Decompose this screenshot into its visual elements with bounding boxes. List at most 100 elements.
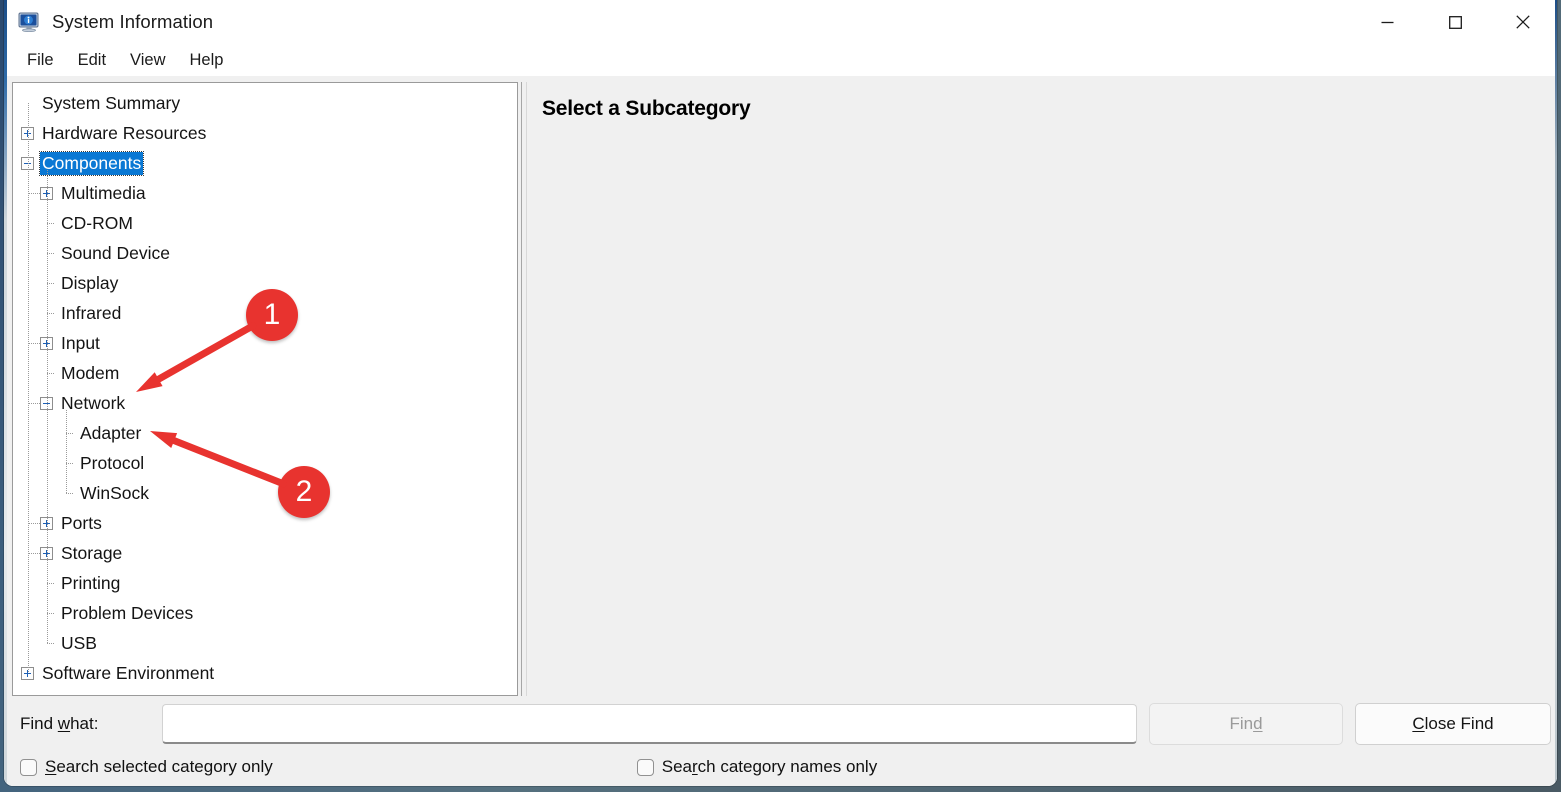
chk1-accel: S (45, 757, 57, 776)
tree-item-hardware-resources[interactable]: Hardware Resources (13, 118, 517, 148)
chk2-post: ch category names only (697, 757, 878, 776)
tree-item-label: Input (61, 332, 100, 353)
find-row: Find what: Fin d Close Find (12, 696, 1551, 752)
find-input[interactable] (162, 704, 1137, 744)
tree-item-sound-device[interactable]: Sound Device (13, 238, 517, 268)
main-content: System Summary Hardware Resources Componen… (4, 76, 1557, 696)
tree-guide-line (66, 493, 74, 494)
maximize-button[interactable] (1421, 0, 1489, 44)
tree-item-network[interactable]: Network (13, 388, 517, 418)
annotation-badge-2: 2 (278, 466, 330, 518)
category-tree: System Summary Hardware Resources Componen… (13, 83, 517, 688)
find-what-label: Find what: (12, 714, 162, 734)
detail-panel: Select a Subcategory (530, 82, 1549, 696)
tree-item-label: Ports (61, 512, 102, 533)
checkbox-search-category-names-box[interactable] (636, 758, 654, 776)
tree-item-label: Multimedia (61, 182, 146, 203)
tree-guide-line (47, 283, 55, 284)
close-button[interactable] (1489, 0, 1557, 44)
tree-guide-line (47, 613, 55, 614)
tree-item-cd-rom[interactable]: CD-ROM (13, 208, 517, 238)
window-title: System Information (52, 11, 214, 32)
menu-item-file[interactable]: File (16, 48, 65, 73)
tree-item-label: CD-ROM (61, 212, 133, 233)
tree-item-label: Software Environment (42, 662, 215, 683)
annotation-badge-1: 1 (246, 289, 298, 341)
window-controls (1353, 0, 1557, 44)
menu-item-edit[interactable]: Edit (67, 48, 117, 73)
tree-item-winsock[interactable]: WinSock (13, 478, 517, 508)
chk1-post: earch selected category only (56, 757, 273, 776)
find-button-accel: d (1253, 714, 1263, 733)
panel-splitter[interactable] (521, 82, 527, 696)
tree-guide-line (47, 170, 48, 643)
tree-guide-line (29, 343, 40, 344)
tree-item-problem-devices[interactable]: Problem Devices (13, 598, 517, 628)
minimize-button[interactable] (1353, 0, 1421, 44)
find-what-label-accel: w (57, 714, 71, 733)
tree-item-label: System Summary (42, 92, 181, 113)
tree-item-label: Display (61, 272, 119, 293)
find-button[interactable]: Fin d (1149, 703, 1343, 745)
find-options-row: Search selected category only Search cat… (12, 752, 1549, 782)
tree-item-protocol[interactable]: Protocol (13, 448, 517, 478)
tree-item-ports[interactable]: Ports (13, 508, 517, 538)
tree-item-label: Storage (61, 542, 123, 563)
checkbox-search-selected-category[interactable]: Search selected category only (20, 757, 273, 777)
system-information-icon (18, 12, 40, 33)
tree-guide-line (29, 193, 40, 194)
tree-guide-line (66, 433, 74, 434)
find-bar: Find what: Fin d Close Find Search select… (4, 696, 1557, 786)
chk2-pre: Sea (661, 757, 692, 776)
tree-item-modem[interactable]: Modem (13, 358, 517, 388)
tree-item-printing[interactable]: Printing (13, 568, 517, 598)
tree-item-label: Problem Devices (61, 602, 194, 623)
menu-item-view[interactable]: View (119, 48, 176, 73)
tree-item-label: USB (61, 632, 97, 653)
tree-item-label: Printing (61, 572, 121, 593)
tree-item-label: Hardware Resources (42, 122, 207, 143)
tree-guide-line (29, 403, 40, 404)
detail-title: Select a Subcategory (542, 97, 751, 120)
tree-item-label: Sound Device (61, 242, 170, 263)
tree-item-components[interactable]: Components (13, 148, 517, 178)
tree-item-multimedia[interactable]: Multimedia (13, 178, 517, 208)
tree-item-usb[interactable]: USB (13, 628, 517, 658)
checkbox-search-selected-category-box[interactable] (20, 758, 37, 776)
tree-item-label: Modem (61, 362, 120, 383)
checkbox-search-category-names[interactable]: Search category names only (636, 757, 878, 777)
tree-item-system-summary[interactable]: System Summary (13, 88, 517, 118)
tree-item-storage[interactable]: Storage (13, 538, 517, 568)
tree-item-software-environment[interactable]: Software Environment (13, 658, 517, 688)
close-find-accel: C (1412, 714, 1425, 733)
tree-item-adapter[interactable]: Adapter (13, 418, 517, 448)
tree-guide-line (47, 643, 55, 644)
find-what-label-post: hat: (70, 714, 99, 733)
category-tree-panel[interactable]: System Summary Hardware Resources Componen… (12, 82, 518, 696)
tree-item-label: Components (38, 150, 145, 176)
tree-guide-line (47, 373, 55, 374)
tree-guide-line (47, 583, 55, 584)
tree-item-label: WinSock (80, 482, 150, 503)
tree-item-label: Protocol (80, 452, 145, 473)
menu-item-help[interactable]: Help (179, 48, 235, 73)
close-find-post: lose Find (1424, 714, 1494, 733)
find-what-label-pre: Find (20, 714, 58, 733)
tree-item-label: Adapter (80, 422, 142, 443)
tree-guide-line (29, 523, 40, 524)
close-find-button[interactable]: Close Find (1355, 703, 1551, 745)
